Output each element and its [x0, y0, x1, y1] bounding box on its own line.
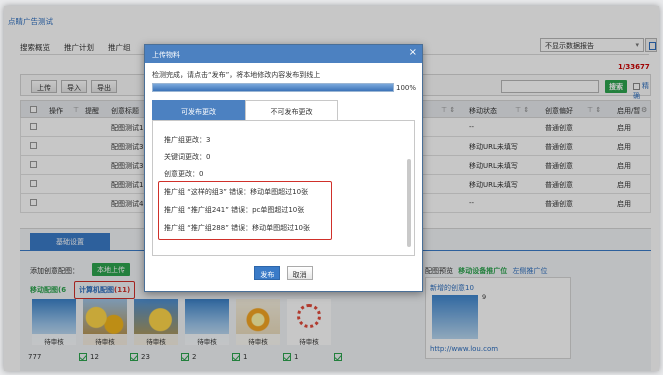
dialog-tabs: 可发布更改 不可发布更改 — [152, 100, 338, 120]
group-changes: 推广组更改：3 — [164, 136, 211, 144]
changes-panel: 推广组更改：3 关键词更改：0 创意更改：0 推广组 “这样的组3” 错误：移动… — [152, 120, 415, 256]
error-item: 推广组 “这样的组3” 错误：移动单图超过10张 — [164, 188, 309, 196]
progress-fill — [153, 84, 393, 91]
cancel-button[interactable]: 取消 — [286, 266, 313, 280]
progress-percent: 100% — [396, 84, 417, 92]
dialog-actions: 发布 取消 — [145, 266, 422, 280]
publish-button[interactable]: 发布 — [254, 266, 281, 280]
progress-bar — [152, 83, 394, 92]
scrollbar[interactable] — [407, 159, 411, 247]
dialog-title: 上传物料 — [152, 51, 180, 59]
error-item: 推广组 “推广组241” 错误：pc单图超过10张 — [164, 206, 305, 214]
upload-dialog: 上传物料 × 检测完成，请点击“发布”，将本地修改内容发布到线上 100% 可发… — [144, 44, 423, 292]
close-icon[interactable]: × — [409, 47, 417, 58]
keyword-changes: 关键词更改：0 — [164, 153, 211, 161]
creative-changes: 创意更改：0 — [164, 170, 204, 178]
tab-unpublishable[interactable]: 不可发布更改 — [245, 100, 338, 120]
dialog-header: 上传物料 × — [145, 45, 422, 63]
dialog-message: 检测完成，请点击“发布”，将本地修改内容发布到线上 — [152, 71, 321, 79]
error-item: 推广组 “推广组288” 错误：移动单图超过10张 — [164, 224, 310, 232]
tab-publishable[interactable]: 可发布更改 — [152, 100, 245, 120]
app-window: 点睛广告测试 搜索概览 推广计划 推广组 不显示数据报告 ▾ 1/33677 上… — [4, 6, 659, 371]
